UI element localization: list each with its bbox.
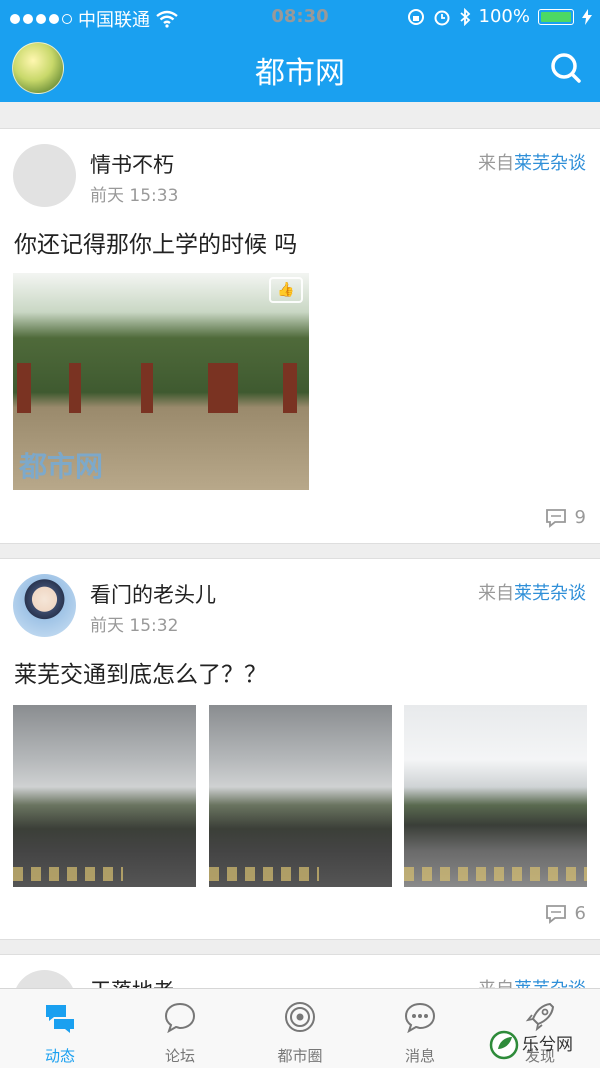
- tab-label: 动态: [44, 1047, 75, 1065]
- post-time: 前天 15:33: [90, 186, 179, 206]
- battery-icon: [538, 8, 574, 25]
- alarm-icon: [434, 10, 450, 25]
- site-logo-watermark: 乐兮网: [488, 1023, 588, 1063]
- comment-count[interactable]: 6: [545, 903, 586, 924]
- tab-xiaoxi[interactable]: 消息: [360, 989, 480, 1068]
- thumbs-up-icon: 👍: [269, 277, 303, 303]
- top-navigation-bar: 都市网: [0, 34, 600, 102]
- leaf-logo-icon: 乐兮网: [489, 1030, 573, 1060]
- comment-count-value: 9: [574, 507, 586, 528]
- speech-bubble-icon: [164, 1002, 196, 1033]
- post-image[interactable]: [13, 705, 196, 887]
- post-content[interactable]: 你还记得那你上学的时候 吗: [14, 225, 297, 259]
- image-watermark: 都市网: [19, 450, 104, 483]
- comment-icon: [545, 904, 566, 924]
- post-image[interactable]: [404, 705, 587, 887]
- comment-icon: [545, 508, 566, 528]
- tab-dushiquan[interactable]: 都市圈: [240, 989, 360, 1068]
- post-time: 前天 15:32: [90, 616, 179, 636]
- tab-luntan[interactable]: 论坛: [120, 989, 240, 1068]
- post-source: 来自莱芜杂谈: [478, 149, 586, 175]
- post-content[interactable]: 莱芜交通到底怎么了？？: [14, 655, 267, 689]
- source-prefix: 来自: [478, 153, 514, 174]
- chat-bubbles-icon: [46, 1005, 74, 1033]
- avatar[interactable]: [13, 574, 76, 637]
- battery-percent: 100%: [478, 6, 530, 27]
- watermark-text: 乐兮网: [522, 1035, 573, 1055]
- post-username[interactable]: 情书不朽: [90, 149, 174, 179]
- source-prefix: 来自: [478, 583, 514, 604]
- source-forum-link[interactable]: 莱芜杂谈: [514, 153, 586, 174]
- tab-label: 都市圈: [277, 1047, 323, 1065]
- status-bar: 中国联通 08:30 100%: [0, 0, 600, 34]
- page-title: 都市网: [255, 56, 345, 91]
- post-card[interactable]: 看门的老头儿 前天 15:32 来自莱芜杂谈 莱芜交通到底怎么了？？ 6: [0, 558, 600, 940]
- comment-count[interactable]: 9: [545, 507, 586, 528]
- post-source: 来自莱芜杂谈: [478, 579, 586, 605]
- charging-icon: [582, 8, 592, 25]
- message-dots-icon: [404, 1002, 436, 1033]
- post-card[interactable]: 情书不朽 前天 15:33 来自莱芜杂谈 你还记得那你上学的时候 吗 👍 都市网…: [0, 128, 600, 544]
- search-icon[interactable]: [546, 48, 586, 88]
- circle-eye-icon: [285, 1002, 315, 1032]
- comment-count-value: 6: [574, 903, 586, 924]
- avatar[interactable]: [13, 144, 76, 207]
- post-image[interactable]: [209, 705, 392, 887]
- bluetooth-icon: [459, 7, 470, 26]
- source-forum-link[interactable]: 莱芜杂谈: [514, 583, 586, 604]
- tab-dongtai[interactable]: 动态: [0, 989, 120, 1068]
- rotation-lock-icon: [407, 8, 424, 25]
- post-username[interactable]: 看门的老头儿: [90, 579, 216, 609]
- tab-label: 论坛: [164, 1047, 195, 1065]
- tab-label: 消息: [404, 1047, 435, 1065]
- post-image[interactable]: 👍 都市网: [13, 273, 309, 490]
